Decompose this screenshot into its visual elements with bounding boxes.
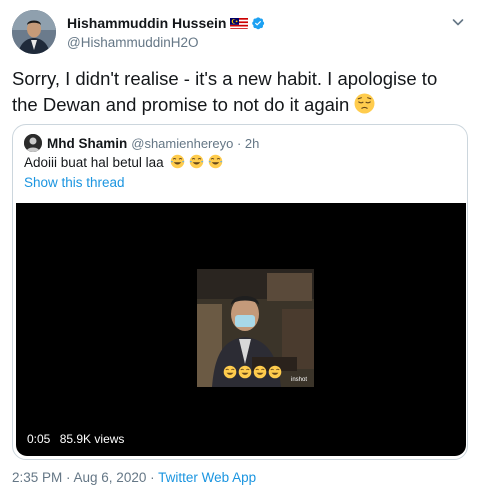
- tears-of-joy-emoji: [223, 365, 237, 379]
- tears-of-joy-emoji: [167, 154, 189, 170]
- tweet-timestamp[interactable]: 2:35 PM · Aug 6, 2020 ·: [12, 470, 158, 485]
- video-meta: 0:05 85.9K views: [27, 432, 130, 446]
- show-thread-link[interactable]: Show this thread: [24, 174, 125, 192]
- quoted-author-avatar: [24, 134, 42, 152]
- video-watermark: inshot: [291, 377, 307, 383]
- source-app-link[interactable]: Twitter Web App: [158, 470, 256, 485]
- quoted-author-handle: @shamienhereyo · 2h: [131, 135, 260, 151]
- tears-of-joy-emoji: [208, 154, 223, 170]
- quoted-tweet-card[interactable]: Mhd Shamin @shamienhereyo · 2h Adoiii bu…: [12, 124, 468, 460]
- tweet-header: Hishammuddin Hussein @HishammuddinH2O: [12, 8, 468, 54]
- video-player[interactable]: inshot 0:05 85.9K views: [16, 203, 466, 456]
- tweet-text: Sorry, I didn't realise - it's a new hab…: [12, 66, 468, 121]
- author-name[interactable]: Hishammuddin Hussein: [67, 15, 226, 31]
- tears-of-joy-emoji: [253, 365, 267, 379]
- verified-badge-icon: [251, 16, 265, 30]
- pensive-face-emoji: [354, 93, 375, 121]
- chevron-down-icon[interactable]: [450, 14, 466, 30]
- quoted-author-name: Mhd Shamin: [47, 135, 128, 151]
- malaysia-flag-icon: [230, 17, 249, 29]
- author-handle[interactable]: @HishammuddinH2O: [67, 35, 265, 50]
- tweet-footer: 2:35 PM · Aug 6, 2020 · Twitter Web App: [12, 470, 256, 485]
- tears-of-joy-emoji: [238, 365, 252, 379]
- quoted-tweet-text: Adoiii buat hal betul laa: [24, 154, 223, 172]
- video-duration: 0:05: [27, 432, 51, 446]
- video-frame: inshot: [197, 269, 314, 387]
- author-avatar[interactable]: [12, 10, 56, 54]
- tears-of-joy-emoji: [268, 365, 282, 379]
- quoted-tweet-body: Adoiii buat hal betul laa: [24, 155, 164, 170]
- tears-of-joy-emoji: [189, 154, 208, 170]
- video-emoji-row: [223, 365, 282, 379]
- video-views: 85.9K views: [59, 432, 125, 446]
